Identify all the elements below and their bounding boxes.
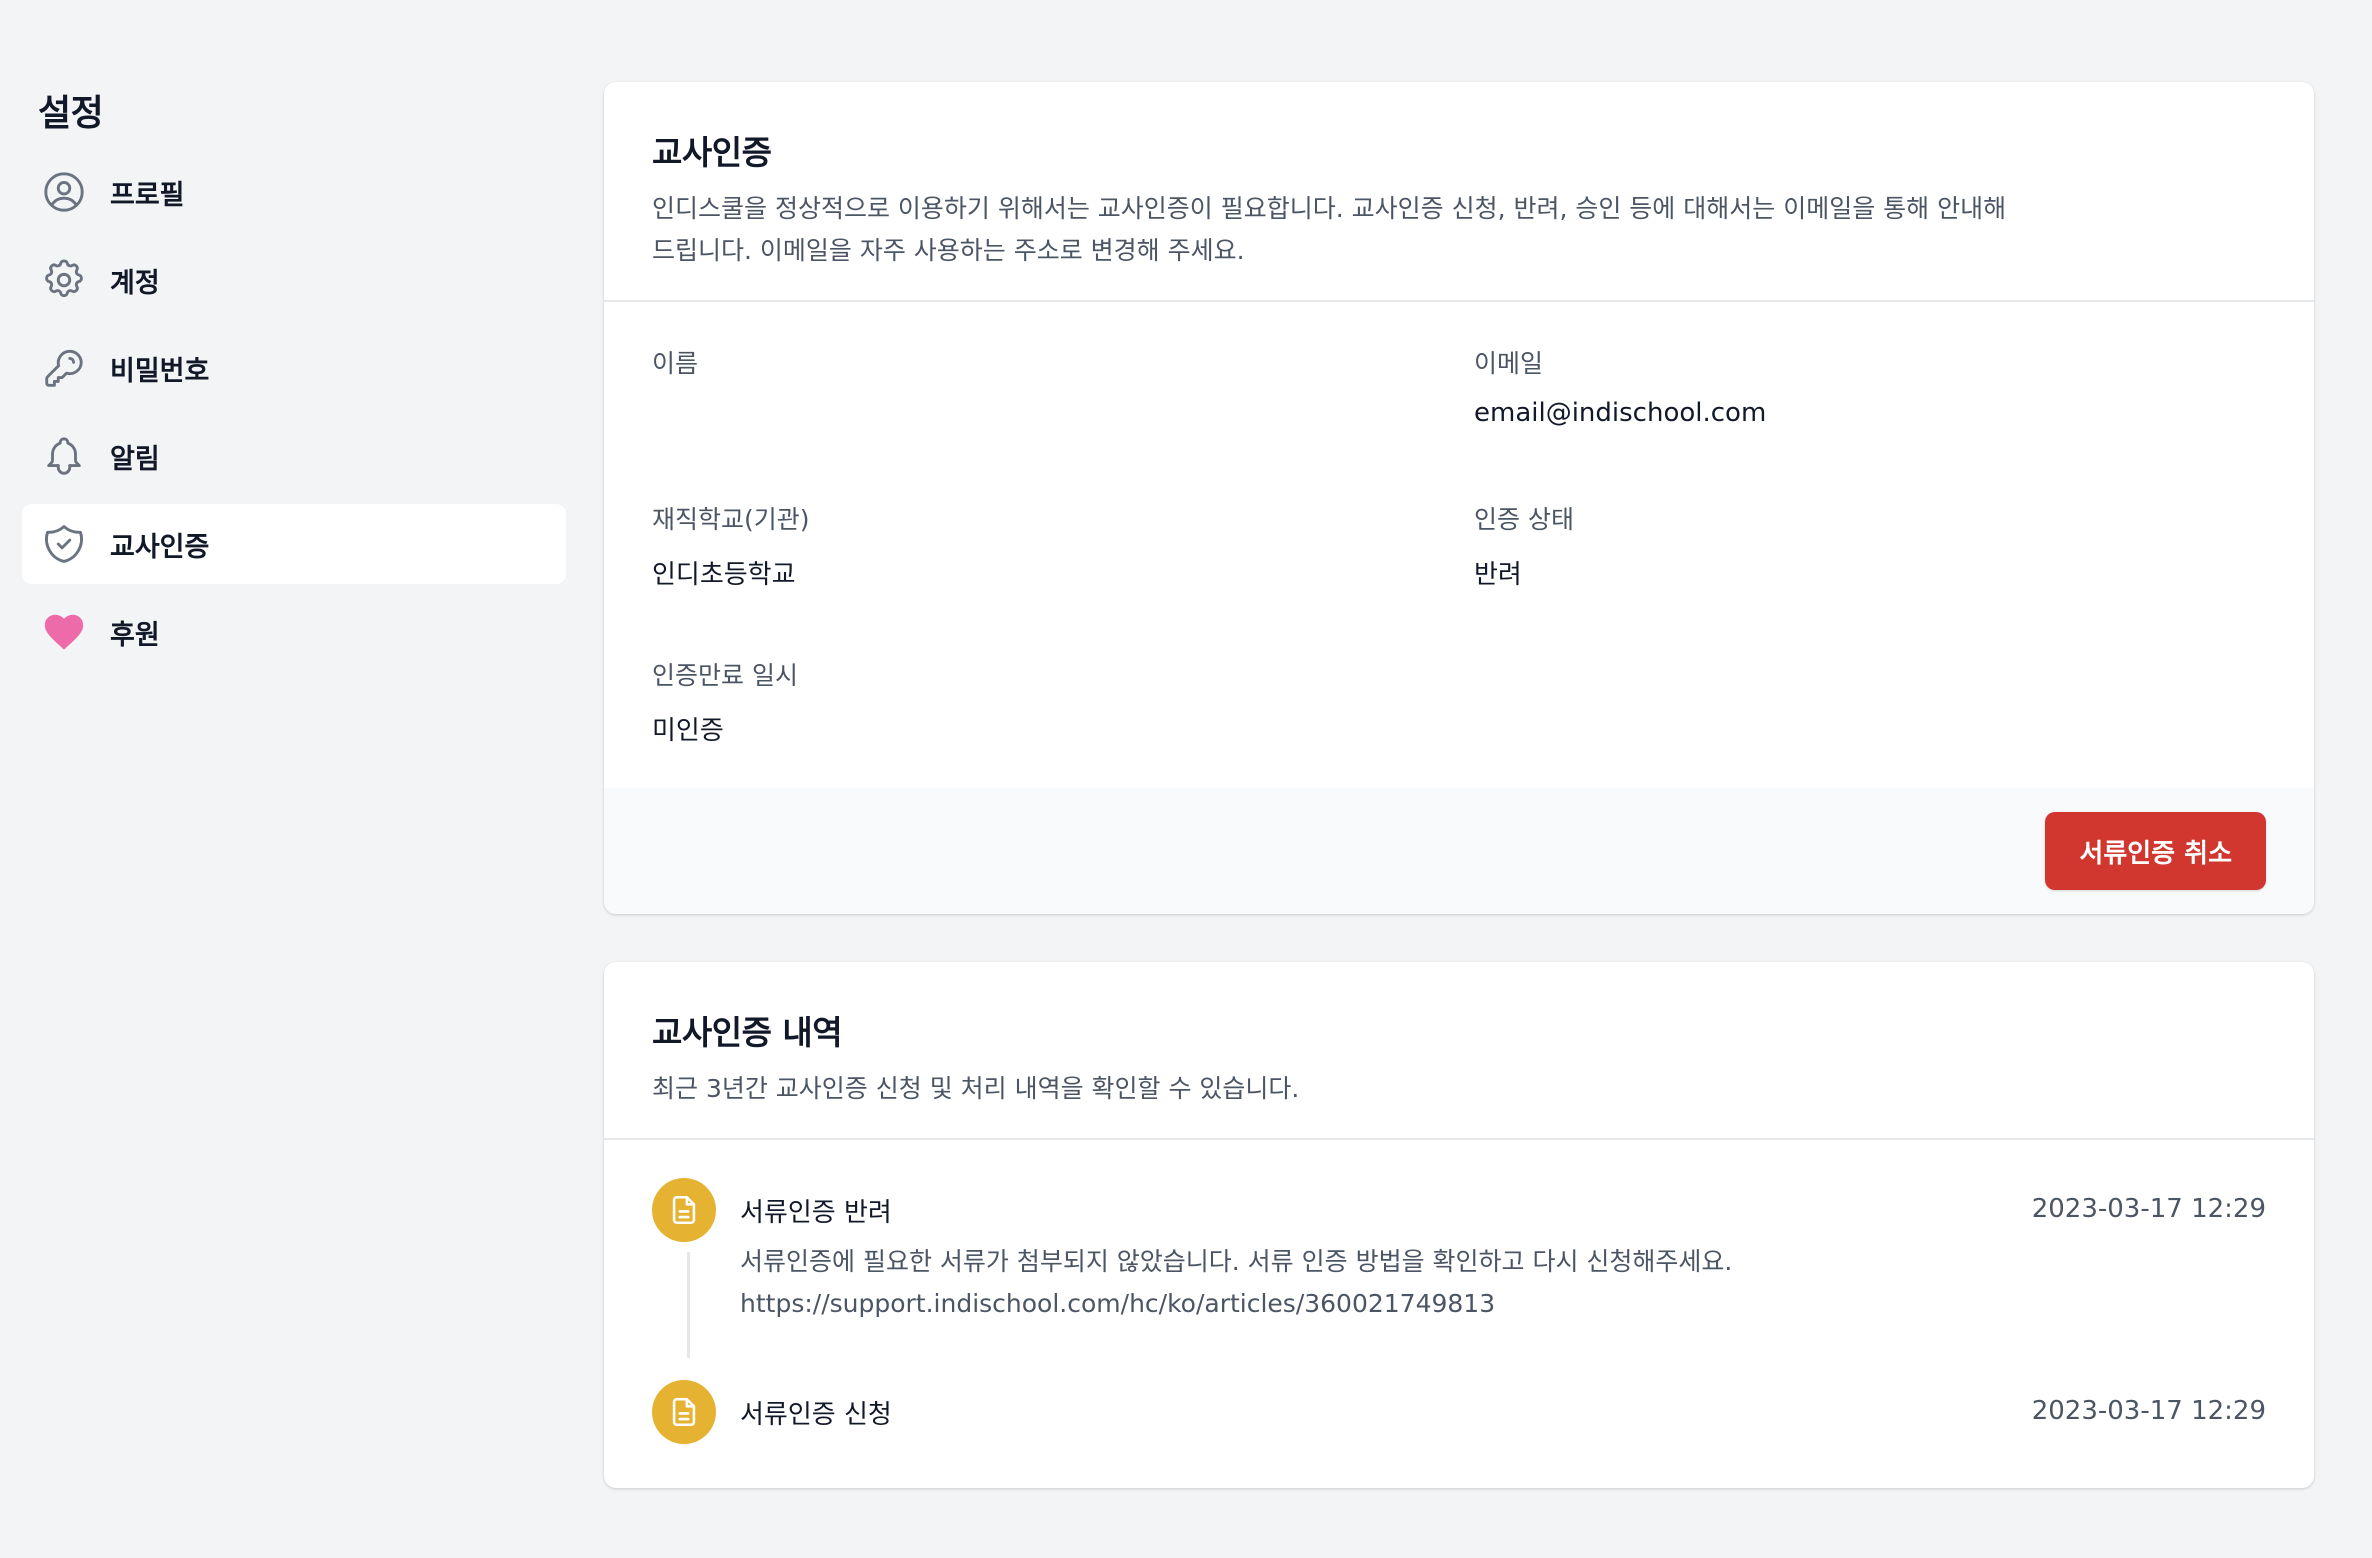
card-description: 최근 3년간 교사인증 신청 및 처리 내역을 확인할 수 있습니다. xyxy=(652,1074,1300,1103)
key-icon xyxy=(40,344,88,392)
document-icon xyxy=(652,1380,716,1444)
sidebar-item-label: 프로필 xyxy=(110,179,185,211)
heart-icon xyxy=(40,608,88,656)
bell-icon xyxy=(40,432,88,480)
field-label: 인증만료 일시 xyxy=(652,661,798,690)
timeline-item: 서류인증 반려 서류인증에 필요한 서류가 첨부되지 않았습니다. 서류 인증 … xyxy=(652,1178,2266,1325)
field-value: 인디초등학교 xyxy=(652,560,796,590)
card-description: 인디스쿨을 정상적으로 이용하기 위해서는 교사인증이 필요합니다. 교사인증 … xyxy=(652,194,2007,265)
sidebar-item-account[interactable]: 계정 xyxy=(22,240,566,320)
card-header: 교사인증 인디스쿨을 정상적으로 이용하기 위해서는 교사인증이 필요합니다. … xyxy=(604,82,2314,302)
timeline-item-time: 2023-03-17 12:29 xyxy=(2031,1194,2266,1224)
timeline-item: 서류인증 신청 2023-03-17 12:29 xyxy=(652,1380,2266,1444)
teacher-verification-card: 교사인증 인디스쿨을 정상적으로 이용하기 위해서는 교사인증이 필요합니다. … xyxy=(604,82,2314,914)
field-label: 이름 xyxy=(652,349,699,378)
field-label: 인증 상태 xyxy=(1474,505,1574,534)
school-field: 재직학교(기관) 인디초등학교 xyxy=(652,500,810,591)
sidebar-item-teacher-verification[interactable]: 교사인증 xyxy=(22,504,566,584)
user-circle-icon xyxy=(40,168,88,216)
field-value xyxy=(652,398,698,430)
field-value: email@indischool.com xyxy=(1474,398,1767,428)
document-icon xyxy=(652,1178,716,1242)
name-field: 이름 xyxy=(652,344,698,430)
sidebar-item-profile[interactable]: 프로필 xyxy=(22,152,566,232)
sidebar-item-label: 후원 xyxy=(110,619,160,651)
card-header: 교사인증 내역 최근 3년간 교사인증 신청 및 처리 내역을 확인할 수 있습… xyxy=(604,962,2314,1140)
card-title: 교사인증 xyxy=(652,133,772,172)
timeline-item-message: 서류인증에 필요한 서류가 첨부되지 않았습니다. 서류 인증 방법을 확인하고… xyxy=(740,1247,1733,1276)
badge-check-icon xyxy=(40,520,88,568)
field-label: 재직학교(기관) xyxy=(652,505,810,534)
expiry-field: 인증만료 일시 미인증 xyxy=(652,656,798,747)
timeline-item-time: 2023-03-17 12:29 xyxy=(2031,1396,2266,1426)
field-value: 반려 xyxy=(1474,560,1522,590)
field-label: 이메일 xyxy=(1474,349,1544,378)
status-field: 인증 상태 반려 xyxy=(1474,500,1574,591)
sidebar-item-notifications[interactable]: 알림 xyxy=(22,416,566,496)
timeline-item-title: 서류인증 반려 xyxy=(740,1198,892,1228)
sidebar-item-label: 알림 xyxy=(110,443,160,475)
email-field: 이메일 email@indischool.com xyxy=(1474,344,1766,430)
settings-sidebar: 설정 프로필 계정 비밀번호 알림 교사인증 후원 xyxy=(22,84,566,680)
sidebar-item-donation[interactable]: 후원 xyxy=(22,592,566,672)
support-article-link[interactable]: https://support.indischool.com/hc/ko/art… xyxy=(740,1283,2032,1325)
gear-icon xyxy=(40,256,88,304)
card-footer: 서류인증 취소 xyxy=(604,788,2314,914)
timeline-item-title: 서류인증 신청 xyxy=(740,1400,892,1430)
settings-page: 설정 프로필 계정 비밀번호 알림 교사인증 후원 교사인증 인디스쿨을 정상적… xyxy=(0,0,2372,1558)
verification-history-card: 교사인증 내역 최근 3년간 교사인증 신청 및 처리 내역을 확인할 수 있습… xyxy=(604,962,2314,1488)
timeline-item-body: 서류인증 신청 xyxy=(740,1380,2032,1444)
card-title: 교사인증 내역 xyxy=(652,1013,843,1052)
cancel-document-verification-button[interactable]: 서류인증 취소 xyxy=(2045,812,2266,890)
timeline-item-body: 서류인증 반려 서류인증에 필요한 서류가 첨부되지 않았습니다. 서류 인증 … xyxy=(740,1178,2032,1325)
sidebar-title: 설정 xyxy=(38,93,104,134)
sidebar-item-password[interactable]: 비밀번호 xyxy=(22,328,566,408)
sidebar-item-label: 교사인증 xyxy=(110,531,210,563)
sidebar-item-label: 비밀번호 xyxy=(110,355,210,387)
verification-info-grid: 이름 이메일 email@indischool.com 재직학교(기관) 인디초… xyxy=(604,302,2314,788)
field-value: 미인증 xyxy=(652,716,724,746)
sidebar-item-label: 계정 xyxy=(110,267,160,299)
